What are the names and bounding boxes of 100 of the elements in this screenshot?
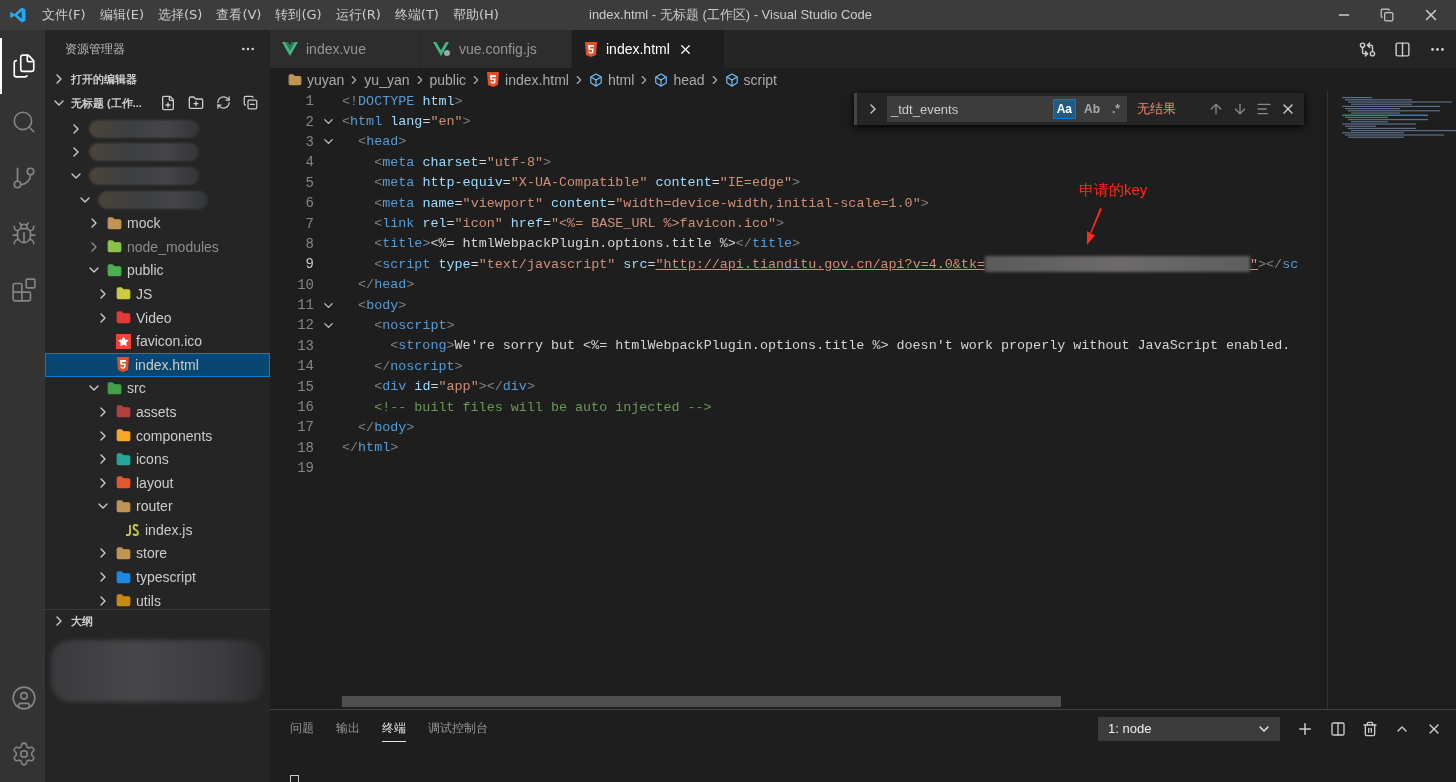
find-option-toggle[interactable]: Aa [1052, 99, 1076, 119]
line-number: 9 [304, 256, 314, 273]
menu-item[interactable]: 终端(T) [387, 6, 446, 24]
terminal-select[interactable]: 1: node [1098, 716, 1280, 741]
line-number: 15 [296, 378, 314, 395]
vue-gear-icon [433, 41, 451, 57]
tree-item[interactable]: src [45, 376, 270, 401]
line-number: 1 [304, 93, 314, 110]
code-line: <!-- built files will be auto injected --> [373, 398, 712, 417]
breadcrumb-item[interactable]: yu_yan [364, 71, 410, 88]
menu-item[interactable]: 文件(F) [35, 6, 93, 24]
find-option-toggle[interactable]: .* [1108, 99, 1124, 119]
line-number: 10 [296, 276, 314, 293]
tree-item[interactable]: assets [45, 400, 270, 424]
line-number: 8 [304, 235, 314, 252]
line-number: 17 [296, 419, 314, 436]
breadcrumb-item[interactable]: yuyan [288, 71, 345, 88]
line-number: 3 [304, 133, 314, 150]
tree-item[interactable]: index.html [45, 352, 270, 377]
tree-item[interactable]: typescript [45, 565, 270, 589]
code-line: <!DOCTYPE html> [342, 92, 463, 111]
find-option-toggle[interactable]: Ab [1080, 99, 1104, 119]
window-title: index.html - 无标题 (工作区) - Visual Studio Code [589, 6, 872, 24]
code-line: </noscript> [373, 357, 463, 376]
account-icon[interactable] [10, 685, 37, 711]
code-line: <html lang="en"> [342, 113, 471, 132]
line-number: 16 [296, 399, 314, 416]
code-line: <strong>We're sorry but <%= htmlWebpackPlugin.options.title %> doesn't work properly without JavaScript enabled. [389, 337, 1291, 356]
editor-tab[interactable]: vue.config.js [421, 30, 572, 68]
explorer-icon[interactable] [10, 53, 37, 79]
code-line: <link rel="icon" href="<%= BASE_URL %>favicon.ico"> [373, 215, 785, 234]
restore-icon[interactable] [1380, 8, 1394, 22]
star-file-icon [116, 333, 131, 349]
section-header[interactable]: 大纲 [45, 609, 270, 632]
line-number: 14 [296, 358, 314, 375]
panel-tab[interactable]: 终端 [382, 715, 406, 742]
tree-item[interactable]: favicon.ico [45, 329, 270, 353]
workspace-title[interactable]: 无标题 (工作... [71, 95, 142, 111]
run-debug-icon[interactable] [10, 221, 37, 247]
breadcrumb-item[interactable]: public [429, 71, 467, 88]
tree-item[interactable]: public [45, 258, 270, 283]
menu-item[interactable]: 选择(S) [151, 6, 210, 24]
compare-icon[interactable] [1359, 40, 1376, 58]
breadcrumb-item[interactable]: index.html [486, 71, 569, 88]
editor-tab[interactable]: index.html [572, 30, 725, 68]
breadcrumb-item[interactable]: html [588, 71, 635, 88]
menu-item[interactable]: 帮助(H) [445, 6, 506, 24]
tree-item[interactable]: node_modules [45, 234, 270, 259]
refresh-icon[interactable] [216, 95, 231, 110]
code-line: <meta http-equiv="X-UA-Compatible" content="IE=edge"> [373, 174, 801, 193]
html-file-icon [584, 41, 598, 57]
breadcrumb-item[interactable]: script [724, 71, 777, 88]
cube-icon [724, 72, 739, 87]
menu-item[interactable]: 查看(V) [209, 6, 269, 24]
lines-icon[interactable] [1256, 101, 1272, 117]
split-editor-icon[interactable] [1394, 40, 1411, 58]
tree-item[interactable]: components [45, 423, 270, 448]
menu-item[interactable]: 转到(G) [268, 6, 329, 24]
search-field[interactable]: _tdt_events Aa Ab .* [887, 96, 1127, 122]
code-line: <meta charset="utf-8"> [373, 153, 551, 172]
tree-item[interactable]: index.js [45, 518, 270, 542]
tree-item[interactable]: Video [45, 305, 270, 330]
tree-item[interactable]: mock [45, 211, 270, 235]
code-line: </body> [357, 418, 415, 437]
tree-item[interactable]: router [45, 494, 270, 519]
tree-item[interactable]: store [45, 541, 270, 566]
panel-tab[interactable]: 输出 [336, 715, 360, 742]
scrollbar-thumb[interactable] [342, 696, 1061, 707]
editor-tab[interactable]: index.vue [270, 30, 421, 68]
code-line: <script type="text/javascript" src="http://api.tianditu.gov.cn/api?v=4.0&tk= "></sc [373, 255, 1299, 275]
source-control-icon[interactable] [10, 165, 37, 191]
js-file-icon [125, 523, 140, 536]
line-number: 4 [304, 154, 314, 171]
extensions-icon[interactable] [10, 277, 37, 303]
result-status: 无结果 [1137, 100, 1176, 118]
panel-tab[interactable]: 调试控制台 [428, 715, 488, 742]
tree-item[interactable]: JS [45, 282, 270, 306]
section-header[interactable]: 打开的编辑器 [45, 68, 270, 90]
breadcrumb-item[interactable]: head [654, 71, 705, 88]
folder-icon [288, 72, 302, 87]
menu-item[interactable]: 编辑(E) [92, 6, 151, 24]
split-terminal-icon[interactable] [1330, 720, 1346, 737]
code-line: <title><%= htmlWebpackPlugin.options.title %></title> [373, 235, 801, 254]
menu-item[interactable]: 运行(R) [328, 6, 388, 24]
code-line: <div id="app"></div> [373, 378, 535, 397]
trash-icon[interactable] [1362, 720, 1378, 737]
line-number: 5 [304, 174, 314, 191]
settings-icon[interactable] [10, 741, 37, 767]
tree-item[interactable]: layout [45, 470, 270, 495]
new-folder-icon[interactable] [188, 95, 204, 111]
line-number: 12 [296, 317, 314, 334]
annotation-arrow [1085, 208, 1103, 246]
tree-item[interactable]: utils [45, 588, 270, 609]
tree-item[interactable]: icons [45, 447, 270, 471]
line-number: 6 [304, 195, 314, 212]
new-file-icon[interactable] [160, 95, 176, 111]
collapse-all-icon[interactable] [243, 95, 258, 110]
line-number: 2 [304, 113, 314, 130]
line-number: 11 [296, 297, 314, 314]
panel-tab[interactable]: 问题 [290, 715, 314, 742]
